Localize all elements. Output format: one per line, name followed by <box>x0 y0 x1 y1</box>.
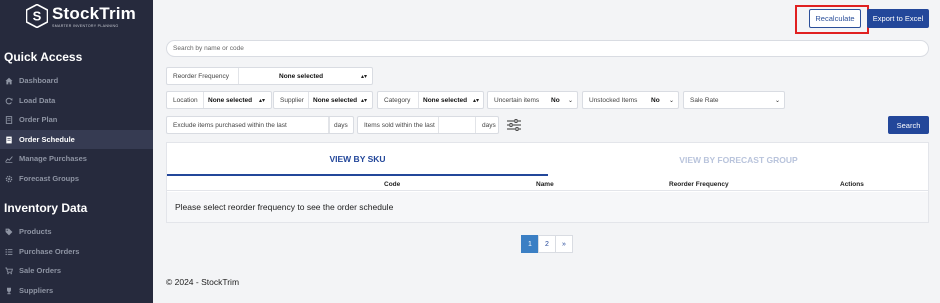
search-input[interactable]: Search by name or code <box>166 40 929 57</box>
recalculate-highlight-box <box>795 5 869 34</box>
supplier-value: None selected <box>313 96 358 104</box>
reorder-frequency-label: Reorder Frequency <box>173 72 229 80</box>
unstocked-items-value: No <box>651 96 660 104</box>
filter-sliders-icon[interactable] <box>507 119 521 131</box>
tab-view-by-forecast-group[interactable]: VIEW BY FORECAST GROUP <box>548 143 929 176</box>
tab-view-by-sku[interactable]: VIEW BY SKU <box>167 143 548 176</box>
order-schedule-table-card: VIEW BY SKU VIEW BY FORECAST GROUP Code … <box>166 142 929 223</box>
chevron-updown-icon: ▴▾ <box>259 97 266 104</box>
chevron-updown-icon: ▴▾ <box>361 73 368 80</box>
svg-text:S: S <box>33 9 42 24</box>
sidebar-item-load-data[interactable]: Load Data <box>0 91 153 110</box>
sidebar-item-label: Sale Orders <box>19 266 62 275</box>
sidebar-item-products[interactable]: Products <box>0 222 153 241</box>
category-label: Category <box>384 96 411 104</box>
filter-divider <box>418 92 419 108</box>
items-sold-days-input[interactable] <box>438 117 476 133</box>
sidebar-item-label: Purchase Orders <box>19 247 80 256</box>
sidebar-item-label: Suppliers <box>19 286 54 295</box>
pagination-page-2[interactable]: 2 <box>538 235 556 253</box>
sidebar-item-label: Load Data <box>19 96 56 105</box>
filter-divider <box>238 68 239 84</box>
location-label: Location <box>173 96 198 104</box>
chevron-down-icon: ⌄ <box>775 97 781 104</box>
sidebar-item-sale-orders[interactable]: Sale Orders <box>0 261 153 280</box>
chevron-updown-icon: ▴▾ <box>361 97 368 104</box>
logo-icon: S <box>26 4 48 28</box>
pagination-page-1[interactable]: 1 <box>521 235 539 253</box>
items-sold-days-field[interactable]: Items sold within the last days <box>357 116 499 134</box>
items-sold-label: Items sold within the last <box>364 121 435 129</box>
sidebar-item-label: Manage Purchases <box>19 154 87 163</box>
exclude-purchased-days-suffix: days <box>334 121 348 129</box>
quick-access-title: Quick Access <box>4 50 83 64</box>
supplier-label: Supplier <box>280 96 304 104</box>
unstocked-items-label: Unstocked Items <box>589 96 638 104</box>
exclude-purchased-label: Exclude items purchased within the last <box>173 121 287 129</box>
unstocked-items-select[interactable]: Unstocked Items No ⌄ <box>582 91 679 109</box>
table-header: Code Name Reorder Frequency Actions <box>167 177 928 191</box>
sidebar-item-manage-purchases[interactable]: Manage Purchases <box>0 149 153 168</box>
sidebar-item-label: Products <box>19 227 52 236</box>
chart-icon <box>5 155 13 163</box>
filter-divider <box>203 92 204 108</box>
document-icon <box>5 136 13 144</box>
inventory-data-title: Inventory Data <box>4 201 88 215</box>
exclude-purchased-days-input[interactable] <box>328 117 330 133</box>
tag-icon <box>5 228 13 236</box>
sidebar: S StockTrim SMARTER INVENTORY PLANNING Q… <box>0 0 153 303</box>
sidebar-item-label: Dashboard <box>19 76 59 85</box>
sidebar-item-label: Order Plan <box>19 115 58 124</box>
refresh-icon <box>5 97 13 105</box>
sale-rate-select[interactable]: Sale Rate ⌄ <box>683 91 785 109</box>
export-to-excel-button[interactable]: Export to Excel <box>867 9 929 28</box>
sidebar-item-order-schedule[interactable]: Order Schedule <box>0 130 153 149</box>
sidebar-item-dashboard[interactable]: Dashboard <box>0 71 153 90</box>
brand-name: StockTrim <box>52 3 136 23</box>
column-header-name[interactable]: Name <box>536 181 554 188</box>
location-select[interactable]: Location None selected ▴▾ <box>166 91 272 109</box>
empty-state-message: Please select reorder frequency to see t… <box>167 192 928 222</box>
sidebar-item-purchase-orders[interactable]: Purchase Orders <box>0 242 153 261</box>
column-header-code[interactable]: Code <box>384 181 400 188</box>
trophy-icon <box>5 287 13 295</box>
cart-icon <box>5 267 13 275</box>
sidebar-item-suppliers[interactable]: Suppliers <box>0 281 153 300</box>
reorder-frequency-value: None selected <box>279 72 324 80</box>
chevron-updown-icon: ▴▾ <box>473 97 480 104</box>
location-value: None selected <box>208 96 253 104</box>
supplier-select[interactable]: Supplier None selected ▴▾ <box>273 91 373 109</box>
exclude-purchased-days-field[interactable]: Exclude items purchased within the last … <box>166 116 354 134</box>
gear-icon <box>5 175 13 183</box>
footer-copyright: © 2024 - StockTrim <box>166 277 240 287</box>
sale-rate-label: Sale Rate <box>690 96 719 104</box>
category-value: None selected <box>423 96 468 104</box>
filter-divider <box>308 92 309 108</box>
uncertain-items-value: No <box>551 96 560 104</box>
sidebar-item-order-plan[interactable]: Order Plan <box>0 110 153 129</box>
uncertain-items-select[interactable]: Uncertain items No ⌄ <box>487 91 578 109</box>
brand-logo[interactable]: S StockTrim SMARTER INVENTORY PLANNING <box>26 4 136 28</box>
chevron-down-icon: ⌄ <box>568 97 574 104</box>
list-icon <box>5 248 13 256</box>
category-select[interactable]: Category None selected ▴▾ <box>377 91 484 109</box>
uncertain-items-label: Uncertain items <box>494 96 540 104</box>
chevron-down-icon: ⌄ <box>669 97 675 104</box>
brand-tagline: SMARTER INVENTORY PLANNING <box>52 23 119 28</box>
items-sold-days-suffix: days <box>482 121 496 129</box>
column-header-reorder-frequency[interactable]: Reorder Frequency <box>669 181 729 188</box>
pagination-next-button[interactable]: » <box>555 235 573 253</box>
column-header-actions: Actions <box>840 181 864 188</box>
reorder-frequency-select[interactable]: Reorder Frequency None selected ▴▾ <box>166 67 373 85</box>
sidebar-item-label: Forecast Groups <box>19 174 80 183</box>
document-icon <box>5 115 13 124</box>
sidebar-item-label: Order Schedule <box>19 135 75 144</box>
home-icon <box>5 77 13 85</box>
search-button[interactable]: Search <box>888 116 929 134</box>
sidebar-item-forecast-groups[interactable]: Forecast Groups <box>0 169 153 188</box>
